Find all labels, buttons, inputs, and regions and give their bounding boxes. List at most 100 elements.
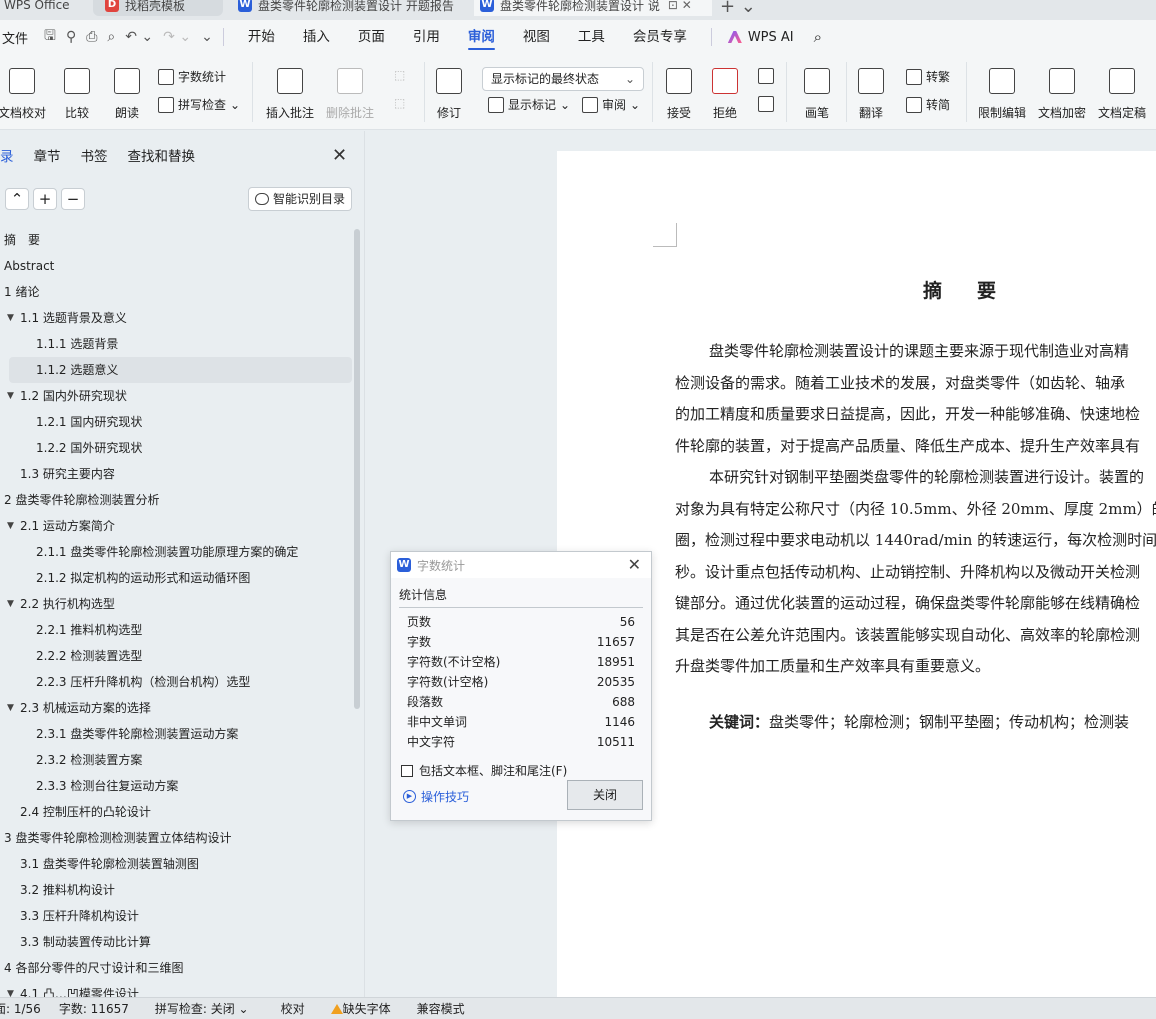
toc-item[interactable]: 2.2.1 推料机构选型 [0, 617, 352, 643]
reject-button[interactable]: 拒绝 [712, 54, 738, 121]
toc-item[interactable]: ▼ 2.3 机械运动方案的选择 [0, 695, 352, 721]
toc-item[interactable]: 1.1.2 选题意义 [9, 357, 352, 383]
toc-item[interactable]: 2 盘类零件轮廓检测装置分析 [0, 487, 352, 513]
tab-toc[interactable]: 录 [0, 145, 14, 165]
redo-icon[interactable]: ↷ ⌄ [163, 29, 191, 45]
toc-item[interactable]: 2.4 控制压杆的凸轮设计 [0, 799, 352, 825]
share-icon[interactable]: ⚲ [66, 29, 76, 45]
checkbox[interactable] [401, 764, 413, 777]
review-pane-button[interactable]: 审阅 ⌄ [582, 96, 640, 113]
menu-start[interactable]: 开始 [234, 20, 289, 54]
close-icon[interactable]: ⊡ ✕ [668, 0, 692, 12]
toc-item[interactable]: ▼ 2.2 执行机构选型 [0, 591, 352, 617]
spell-check-status[interactable]: 拼写检查: 关闭 ⌄ [155, 1000, 249, 1017]
read-aloud-button[interactable]: 朗读 [114, 54, 140, 121]
toc-item[interactable]: 1.1.1 选题背景 [0, 331, 352, 357]
tab-find-replace[interactable]: 查找和替换 [128, 145, 196, 165]
accept-button[interactable]: 接受 [666, 54, 692, 121]
add-level-button[interactable]: + [33, 188, 57, 210]
prev-change-icon[interactable] [758, 68, 774, 84]
revise-button[interactable]: 修订 [436, 54, 462, 121]
toc-item[interactable]: 3.2 推料机构设计 [0, 877, 352, 903]
tab-thesis[interactable]: W 盘类零件轮廓检测装置设计 说 ⊡ ✕ [474, 0, 712, 16]
remove-level-button[interactable]: − [61, 188, 85, 210]
toc-item[interactable]: ▼ 1.1 选题背景及意义 [0, 305, 352, 331]
toc-item[interactable]: 2.1.1 盘类零件轮廓检测装置功能原理方案的确定 [0, 539, 352, 565]
word-count-button[interactable]: 字数统计 [158, 68, 226, 85]
toc-item[interactable]: 1.3 研究主要内容 [0, 461, 352, 487]
menu-view[interactable]: 视图 [509, 20, 564, 54]
tips-link[interactable]: ▶ 操作技巧 [403, 788, 469, 805]
save-icon[interactable]: 🖫 [44, 25, 56, 49]
spell-check-button[interactable]: 拼写检查 ⌄ [158, 96, 240, 113]
toc-item[interactable]: 1.2.1 国内研究现状 [0, 409, 352, 435]
expand-arrow-icon[interactable]: ▼ [7, 513, 14, 539]
wps-ai-button[interactable]: WPS AI ⌕ [727, 28, 822, 46]
prev-comment-icon[interactable]: ⬚ [394, 68, 405, 82]
menu-page[interactable]: 页面 [344, 20, 399, 54]
collapse-up-button[interactable]: ⌃ [5, 188, 29, 210]
toc-item[interactable]: ▼ 1.2 国内外研究现状 [0, 383, 352, 409]
next-comment-icon[interactable]: ⬚ [394, 96, 405, 110]
menu-review[interactable]: 审阅 [454, 20, 509, 54]
to-traditional-button[interactable]: 转繁 [906, 68, 950, 85]
toc-item[interactable]: 2.1.2 拟定机构的运动形式和运动循环图 [0, 565, 352, 591]
search-icon[interactable]: ⌕ [814, 28, 822, 46]
expand-arrow-icon[interactable]: ▼ [7, 591, 14, 617]
tab-template[interactable]: D 找稻壳模板 [93, 0, 223, 16]
encrypt-button[interactable]: 文档加密 [1038, 54, 1086, 121]
to-simplified-button[interactable]: 转简 [906, 96, 950, 113]
page-indicator[interactable]: 页面: 1/56 [0, 1000, 41, 1017]
close-button[interactable]: 关闭 [567, 780, 643, 810]
pen-button[interactable]: 画笔 [804, 54, 830, 121]
close-icon[interactable]: ✕ [332, 145, 347, 166]
proof-status[interactable]: 校对 [281, 1000, 305, 1017]
finalize-button[interactable]: 文档定稿 [1098, 54, 1146, 121]
compare-button[interactable]: 比较 [64, 54, 90, 121]
more-icon[interactable]: ⌄ [201, 29, 213, 45]
missing-font-status[interactable]: 缺失字体 [330, 1000, 391, 1017]
markup-state-select[interactable]: 显示标记的最终状态 ⌄ [482, 67, 644, 91]
expand-arrow-icon[interactable]: ▼ [7, 695, 14, 721]
toc-item[interactable]: 2.2.3 压杆升降机构（检测台机构）选型 [0, 669, 352, 695]
toc-item[interactable]: ▼ 2.1 运动方案简介 [0, 513, 352, 539]
tab-wps-office[interactable]: WPS Office [0, 0, 84, 16]
toc-item[interactable]: 2.2.2 检测装置选型 [0, 643, 352, 669]
toc-item[interactable]: 4 各部分零件的尺寸设计和三维图 [0, 955, 352, 981]
translate-button[interactable]: 翻译 [858, 54, 884, 121]
menu-tools[interactable]: 工具 [564, 20, 619, 54]
toc-item[interactable]: 1 绪论 [0, 279, 352, 305]
doc-check-button[interactable]: 文档校对 [0, 54, 46, 121]
toc-item[interactable]: 3 盘类零件轮廓检测检测装置立体结构设计 [0, 825, 352, 851]
undo-icon[interactable]: ↶ ⌄ [125, 29, 153, 45]
tab-bookmarks[interactable]: 书签 [81, 145, 108, 165]
next-change-icon[interactable] [758, 96, 774, 112]
smart-toc-button[interactable]: 智能识别目录 [248, 187, 352, 211]
menu-vip[interactable]: 会员专享 [619, 20, 701, 54]
toc-item[interactable]: 3.1 盘类零件轮廓检测装置轴测图 [0, 851, 352, 877]
include-textbox-checkbox[interactable]: 包括文本框、脚注和尾注(F) [401, 762, 643, 779]
toc-item[interactable]: 2.3.1 盘类零件轮廓检测装置运动方案 [0, 721, 352, 747]
menu-insert[interactable]: 插入 [289, 20, 344, 54]
expand-arrow-icon[interactable]: ▼ [7, 383, 14, 409]
file-menu[interactable]: 文件 [0, 28, 30, 47]
word-count-status[interactable]: 字数: 11657 [59, 1000, 129, 1017]
toc-item[interactable]: 摘 要 [0, 227, 352, 253]
print-icon[interactable]: ⎙ [86, 29, 97, 45]
scrollbar[interactable] [354, 229, 360, 709]
insert-comment-button[interactable]: 插入批注 [266, 54, 314, 121]
toc-item[interactable]: 3.3 制动装置传动比计算 [0, 929, 352, 955]
tab-chapters[interactable]: 章节 [34, 145, 61, 165]
toc-item[interactable]: Abstract [0, 253, 352, 279]
toc-item[interactable]: 3.3 压杆升降机构设计 [0, 903, 352, 929]
new-tab-button[interactable]: + ⌄ [720, 0, 756, 17]
delete-comment-button[interactable]: 删除批注 [326, 54, 374, 121]
print-preview-icon[interactable]: ⌕ [107, 29, 115, 45]
restrict-edit-button[interactable]: 限制编辑 [978, 54, 1026, 121]
close-icon[interactable]: ✕ [628, 555, 641, 574]
toc-item[interactable]: 2.3.3 检测台往复运动方案 [0, 773, 352, 799]
tab-proposal[interactable]: W 盘类零件轮廓检测装置设计 开题报告 [230, 0, 468, 16]
toc-item[interactable]: 2.3.2 检测装置方案 [0, 747, 352, 773]
expand-arrow-icon[interactable]: ▼ [7, 305, 14, 331]
show-markup-button[interactable]: 显示标记 ⌄ [488, 96, 570, 113]
